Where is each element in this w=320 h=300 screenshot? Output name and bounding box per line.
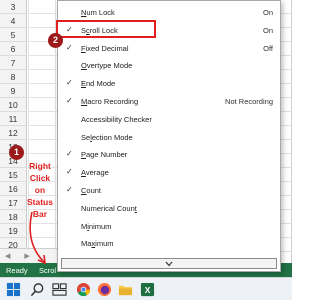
menu-item-maximum[interactable]: Maximum: [58, 234, 280, 252]
menu-item-count[interactable]: ✓ Count: [58, 181, 280, 199]
svg-text:X: X: [145, 285, 151, 295]
menu-item-average[interactable]: ✓ Average: [58, 163, 280, 181]
menu-item-value: On: [262, 8, 273, 17]
checkmark-icon: ✓: [66, 42, 73, 52]
menu-item-page-number[interactable]: ✓ Page Number: [58, 145, 280, 163]
step-2-badge: 2: [48, 33, 63, 48]
menu-item-end-mode[interactable]: ✓ End Mode: [58, 74, 280, 92]
menu-item-macro-recording[interactable]: ✓ Macro Recording Not Recording: [58, 92, 280, 110]
row-header[interactable]: 5: [0, 28, 27, 42]
scroll-left-icon[interactable]: ◀: [5, 252, 10, 260]
status-bar-context-menu[interactable]: Num Lock On ✓ Scroll Lock On ✓ Fixed Decimal Of…: [57, 0, 281, 272]
search-icon[interactable]: [30, 282, 45, 297]
menu-item-minimum[interactable]: Minimum: [58, 217, 280, 235]
menu-item-value: On: [262, 25, 273, 35]
menu-item-label: Minimum: [81, 221, 112, 231]
menu-item-label: Macro Recording: [81, 97, 139, 106]
file-explorer-icon[interactable]: [118, 282, 133, 297]
taskbar[interactable]: X: [0, 277, 292, 300]
firefox-icon[interactable]: [97, 282, 112, 297]
checkmark-icon: ✓: [66, 167, 73, 177]
checkmark-icon: ✓: [66, 78, 73, 88]
menu-item-label: Selection Mode: [81, 132, 133, 142]
menu-item-num-lock[interactable]: Num Lock On: [58, 3, 280, 21]
menu-item-label: Numerical Count: [81, 203, 137, 213]
menu-scroll-down[interactable]: [61, 258, 277, 269]
menu-item-label: Page Number: [81, 150, 128, 160]
status-ready: Ready: [6, 266, 28, 275]
menu-item-label: Overtype Mode: [81, 61, 133, 71]
task-view-icon[interactable]: [52, 282, 67, 297]
menu-item-label: Maximum: [81, 239, 114, 249]
menu-item-accessibility-checker[interactable]: Accessibility Checker: [58, 110, 280, 128]
row-header[interactable]: 4: [0, 14, 27, 28]
menu-item-value: Off: [263, 43, 273, 53]
row-header[interactable]: 6: [0, 42, 27, 56]
chevron-down-icon: [165, 261, 173, 267]
menu-item-label: Average: [81, 168, 109, 178]
menu-item-label: Accessibility Checker: [81, 114, 152, 124]
menu-item-value: Not Recording: [225, 97, 273, 106]
row-header[interactable]: 8: [0, 70, 27, 84]
checkmark-icon: ✓: [66, 96, 73, 105]
windows-icon[interactable]: [6, 282, 21, 297]
menu-item-overtype-mode[interactable]: Overtype Mode: [58, 56, 280, 74]
menu-item-fixed-decimal[interactable]: ✓ Fixed Decimal Off: [58, 39, 280, 57]
excel-icon[interactable]: X: [140, 282, 155, 297]
menu-item-label: Num Lock: [81, 8, 115, 17]
row-header[interactable]: 3: [0, 0, 27, 14]
menu-item-selection-mode[interactable]: Selection Mode: [58, 128, 280, 146]
chrome-icon[interactable]: [76, 282, 91, 297]
scroll-lock-highlight: [56, 20, 156, 38]
row-header[interactable]: 9: [0, 84, 27, 98]
step-1-badge: 1: [9, 145, 24, 160]
menu-item-numerical-count[interactable]: Numerical Count: [58, 199, 280, 217]
checkmark-icon: ✓: [66, 149, 73, 159]
row-header[interactable]: 7: [0, 56, 27, 70]
row-header[interactable]: 10: [0, 98, 27, 112]
row-header[interactable]: 11: [0, 112, 27, 126]
menu-item-label: Fixed Decimal: [81, 43, 129, 53]
row-header[interactable]: 12: [0, 126, 27, 140]
annotation-arrow: [29, 211, 46, 265]
menu-item-label: Count: [81, 186, 102, 195]
menu-item-label: End Mode: [81, 79, 116, 89]
row-header[interactable]: 19: [0, 224, 27, 238]
checkmark-icon: ✓: [66, 185, 73, 194]
